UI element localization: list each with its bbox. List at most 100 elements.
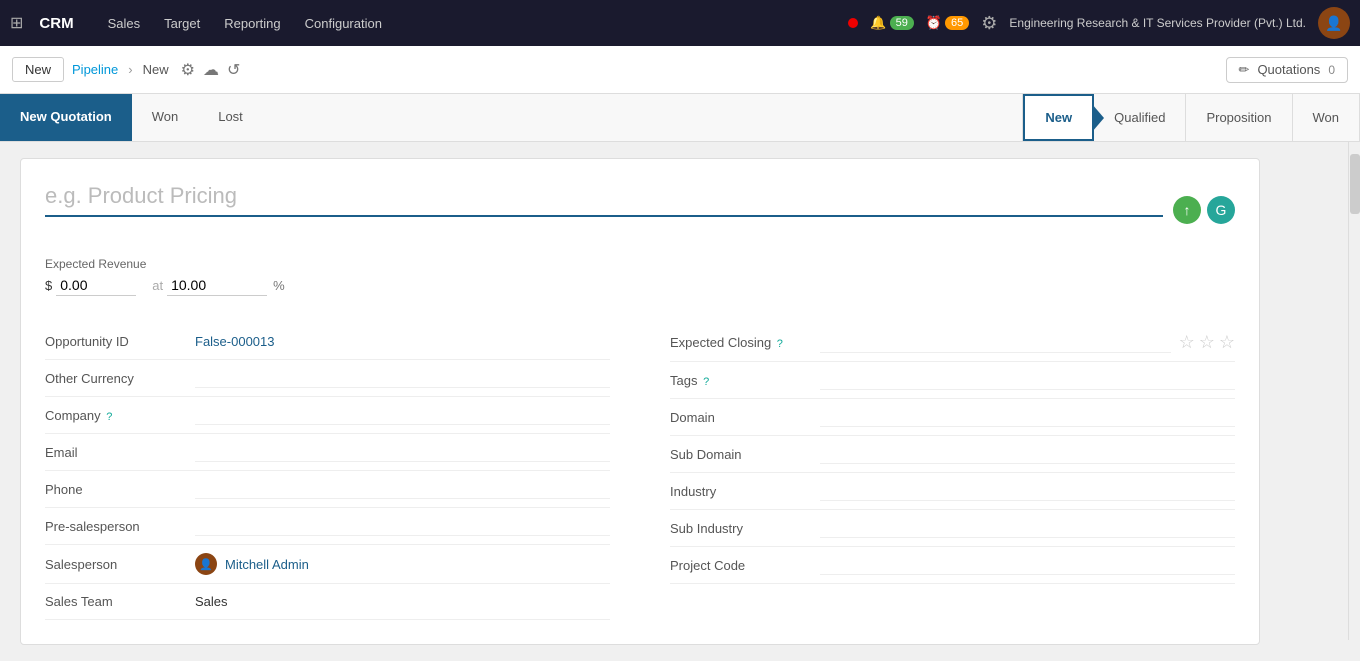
refresh-icon[interactable]: ↺	[227, 60, 240, 80]
nav-reporting[interactable]: Reporting	[214, 12, 290, 35]
revenue-input-row: $ at %	[45, 275, 285, 296]
settings-gear-icon[interactable]: ⚙	[181, 60, 195, 80]
label-email: Email	[45, 445, 195, 460]
breadcrumb-current: New	[143, 62, 169, 77]
user-initials: 👤	[1325, 15, 1342, 32]
nav-menu: Sales Target Reporting Configuration	[98, 12, 392, 35]
toolbar-icons: ⚙ ☁ ↺	[181, 60, 241, 80]
tab-won[interactable]: Won	[132, 94, 199, 141]
settings-icon[interactable]: ⚙	[981, 13, 997, 34]
clock-icon: ⏰	[926, 15, 942, 31]
nav-target[interactable]: Target	[154, 12, 210, 35]
label-sub-domain: Sub Domain	[670, 447, 820, 462]
field-opportunity-id: Opportunity ID False-000013	[45, 324, 610, 360]
input-sub-domain[interactable]	[820, 444, 1235, 464]
probability-input[interactable]	[167, 275, 267, 296]
pipeline-stages: New Qualified Proposition Won	[1022, 94, 1360, 141]
quotations-button[interactable]: ✏ Quotations 0	[1226, 57, 1348, 83]
field-sub-industry: Sub Industry	[670, 510, 1235, 547]
upload-cloud-icon[interactable]: ☁	[203, 60, 219, 80]
input-other-currency[interactable]	[195, 368, 610, 388]
label-phone: Phone	[45, 482, 195, 497]
navbar-right: 🔔 59 ⏰ 65 ⚙ Engineering Research & IT Se…	[848, 7, 1350, 39]
revenue-row: Expected Revenue $ at %	[45, 257, 1235, 296]
input-domain[interactable]	[820, 407, 1235, 427]
field-expected-closing: Expected Closing ? ☆ ☆ ☆	[670, 324, 1235, 362]
field-salesperson: Salesperson 👤 Mitchell Admin	[45, 545, 610, 584]
label-expected-closing: Expected Closing ?	[670, 335, 820, 350]
salesperson-row: 👤 Mitchell Admin	[195, 553, 309, 575]
currency-symbol: $	[45, 278, 52, 293]
star-2[interactable]: ☆	[1199, 332, 1215, 353]
field-phone: Phone	[45, 471, 610, 508]
expected-revenue-label: Expected Revenue	[45, 257, 285, 271]
stars-rating: ☆ ☆ ☆	[1179, 332, 1235, 353]
nav-configuration[interactable]: Configuration	[295, 12, 392, 35]
scrollbar-track[interactable]	[1348, 142, 1360, 640]
grid-icon[interactable]: ⊞	[10, 13, 23, 33]
pipeline-stage-won[interactable]: Won	[1293, 94, 1360, 141]
tags-help-icon[interactable]: ?	[703, 376, 709, 388]
input-industry[interactable]	[820, 481, 1235, 501]
input-pre-salesperson[interactable]	[195, 516, 610, 536]
salesperson-avatar: 👤	[195, 553, 217, 575]
tab-lost[interactable]: Lost	[198, 94, 263, 141]
toolbar: New Pipeline › New ⚙ ☁ ↺ ✏ Quotations 0	[0, 46, 1360, 94]
user-avatar[interactable]: 👤	[1318, 7, 1350, 39]
tab-new-quotation[interactable]: New Quotation	[0, 94, 132, 141]
opportunity-title-input[interactable]	[45, 183, 1163, 217]
expected-revenue-input[interactable]	[56, 275, 136, 296]
toolbar-right: ✏ Quotations 0	[1226, 57, 1348, 83]
field-sales-team: Sales Team Sales	[45, 584, 610, 620]
field-sub-domain: Sub Domain	[670, 436, 1235, 473]
input-expected-closing[interactable]	[820, 333, 1171, 353]
breadcrumb-separator: ›	[128, 62, 132, 77]
status-dot	[848, 18, 858, 28]
label-salesperson: Salesperson	[45, 557, 195, 572]
field-industry: Industry	[670, 473, 1235, 510]
value-opportunity-id: False-000013	[195, 334, 610, 349]
value-sales-team: Sales	[195, 594, 610, 609]
input-tags[interactable]	[820, 370, 1235, 390]
nav-sales[interactable]: Sales	[98, 12, 151, 35]
percent-label: %	[273, 278, 285, 293]
pipeline-stage-proposition[interactable]: Proposition	[1186, 94, 1292, 141]
field-domain: Domain	[670, 399, 1235, 436]
title-row: ↑ G	[45, 183, 1235, 237]
field-company: Company ?	[45, 397, 610, 434]
bell-notif[interactable]: 🔔 59	[870, 15, 913, 31]
bell-icon: 🔔	[870, 15, 886, 31]
ai-icon-teal[interactable]: G	[1207, 196, 1235, 224]
input-email[interactable]	[195, 442, 610, 462]
pipeline-stage-new[interactable]: New	[1023, 94, 1094, 141]
at-label: at	[152, 278, 163, 293]
brand-label: CRM	[39, 15, 73, 32]
ai-icon-green[interactable]: ↑	[1173, 196, 1201, 224]
bell-badge: 59	[890, 16, 914, 30]
company-help-icon[interactable]: ?	[106, 411, 112, 423]
breadcrumb-pipeline[interactable]: Pipeline	[72, 62, 118, 77]
input-phone[interactable]	[195, 479, 610, 499]
closing-help-icon[interactable]: ?	[777, 338, 783, 350]
label-tags: Tags ?	[670, 373, 820, 388]
new-button[interactable]: New	[12, 57, 64, 82]
label-company: Company ?	[45, 408, 195, 423]
salesperson-name[interactable]: Mitchell Admin	[225, 557, 309, 572]
label-industry: Industry	[670, 484, 820, 499]
label-opportunity-id: Opportunity ID	[45, 334, 195, 349]
input-sub-industry[interactable]	[820, 518, 1235, 538]
input-company[interactable]	[195, 405, 610, 425]
expected-revenue-group: Expected Revenue $ at %	[45, 257, 285, 296]
right-fields: Expected Closing ? ☆ ☆ ☆ Tags ? Domain	[670, 324, 1235, 620]
scrollbar-thumb[interactable]	[1350, 154, 1360, 214]
star-3[interactable]: ☆	[1219, 332, 1235, 353]
pipeline-stage-qualified[interactable]: Qualified	[1094, 94, 1186, 141]
star-1[interactable]: ☆	[1179, 332, 1195, 353]
field-pre-salesperson: Pre-salesperson	[45, 508, 610, 545]
label-pre-salesperson: Pre-salesperson	[45, 519, 195, 534]
clock-notif[interactable]: ⏰ 65	[926, 15, 969, 31]
input-project-code[interactable]	[820, 555, 1235, 575]
label-other-currency: Other Currency	[45, 371, 195, 386]
clock-badge: 65	[945, 16, 969, 30]
company-name: Engineering Research & IT Services Provi…	[1009, 16, 1306, 30]
